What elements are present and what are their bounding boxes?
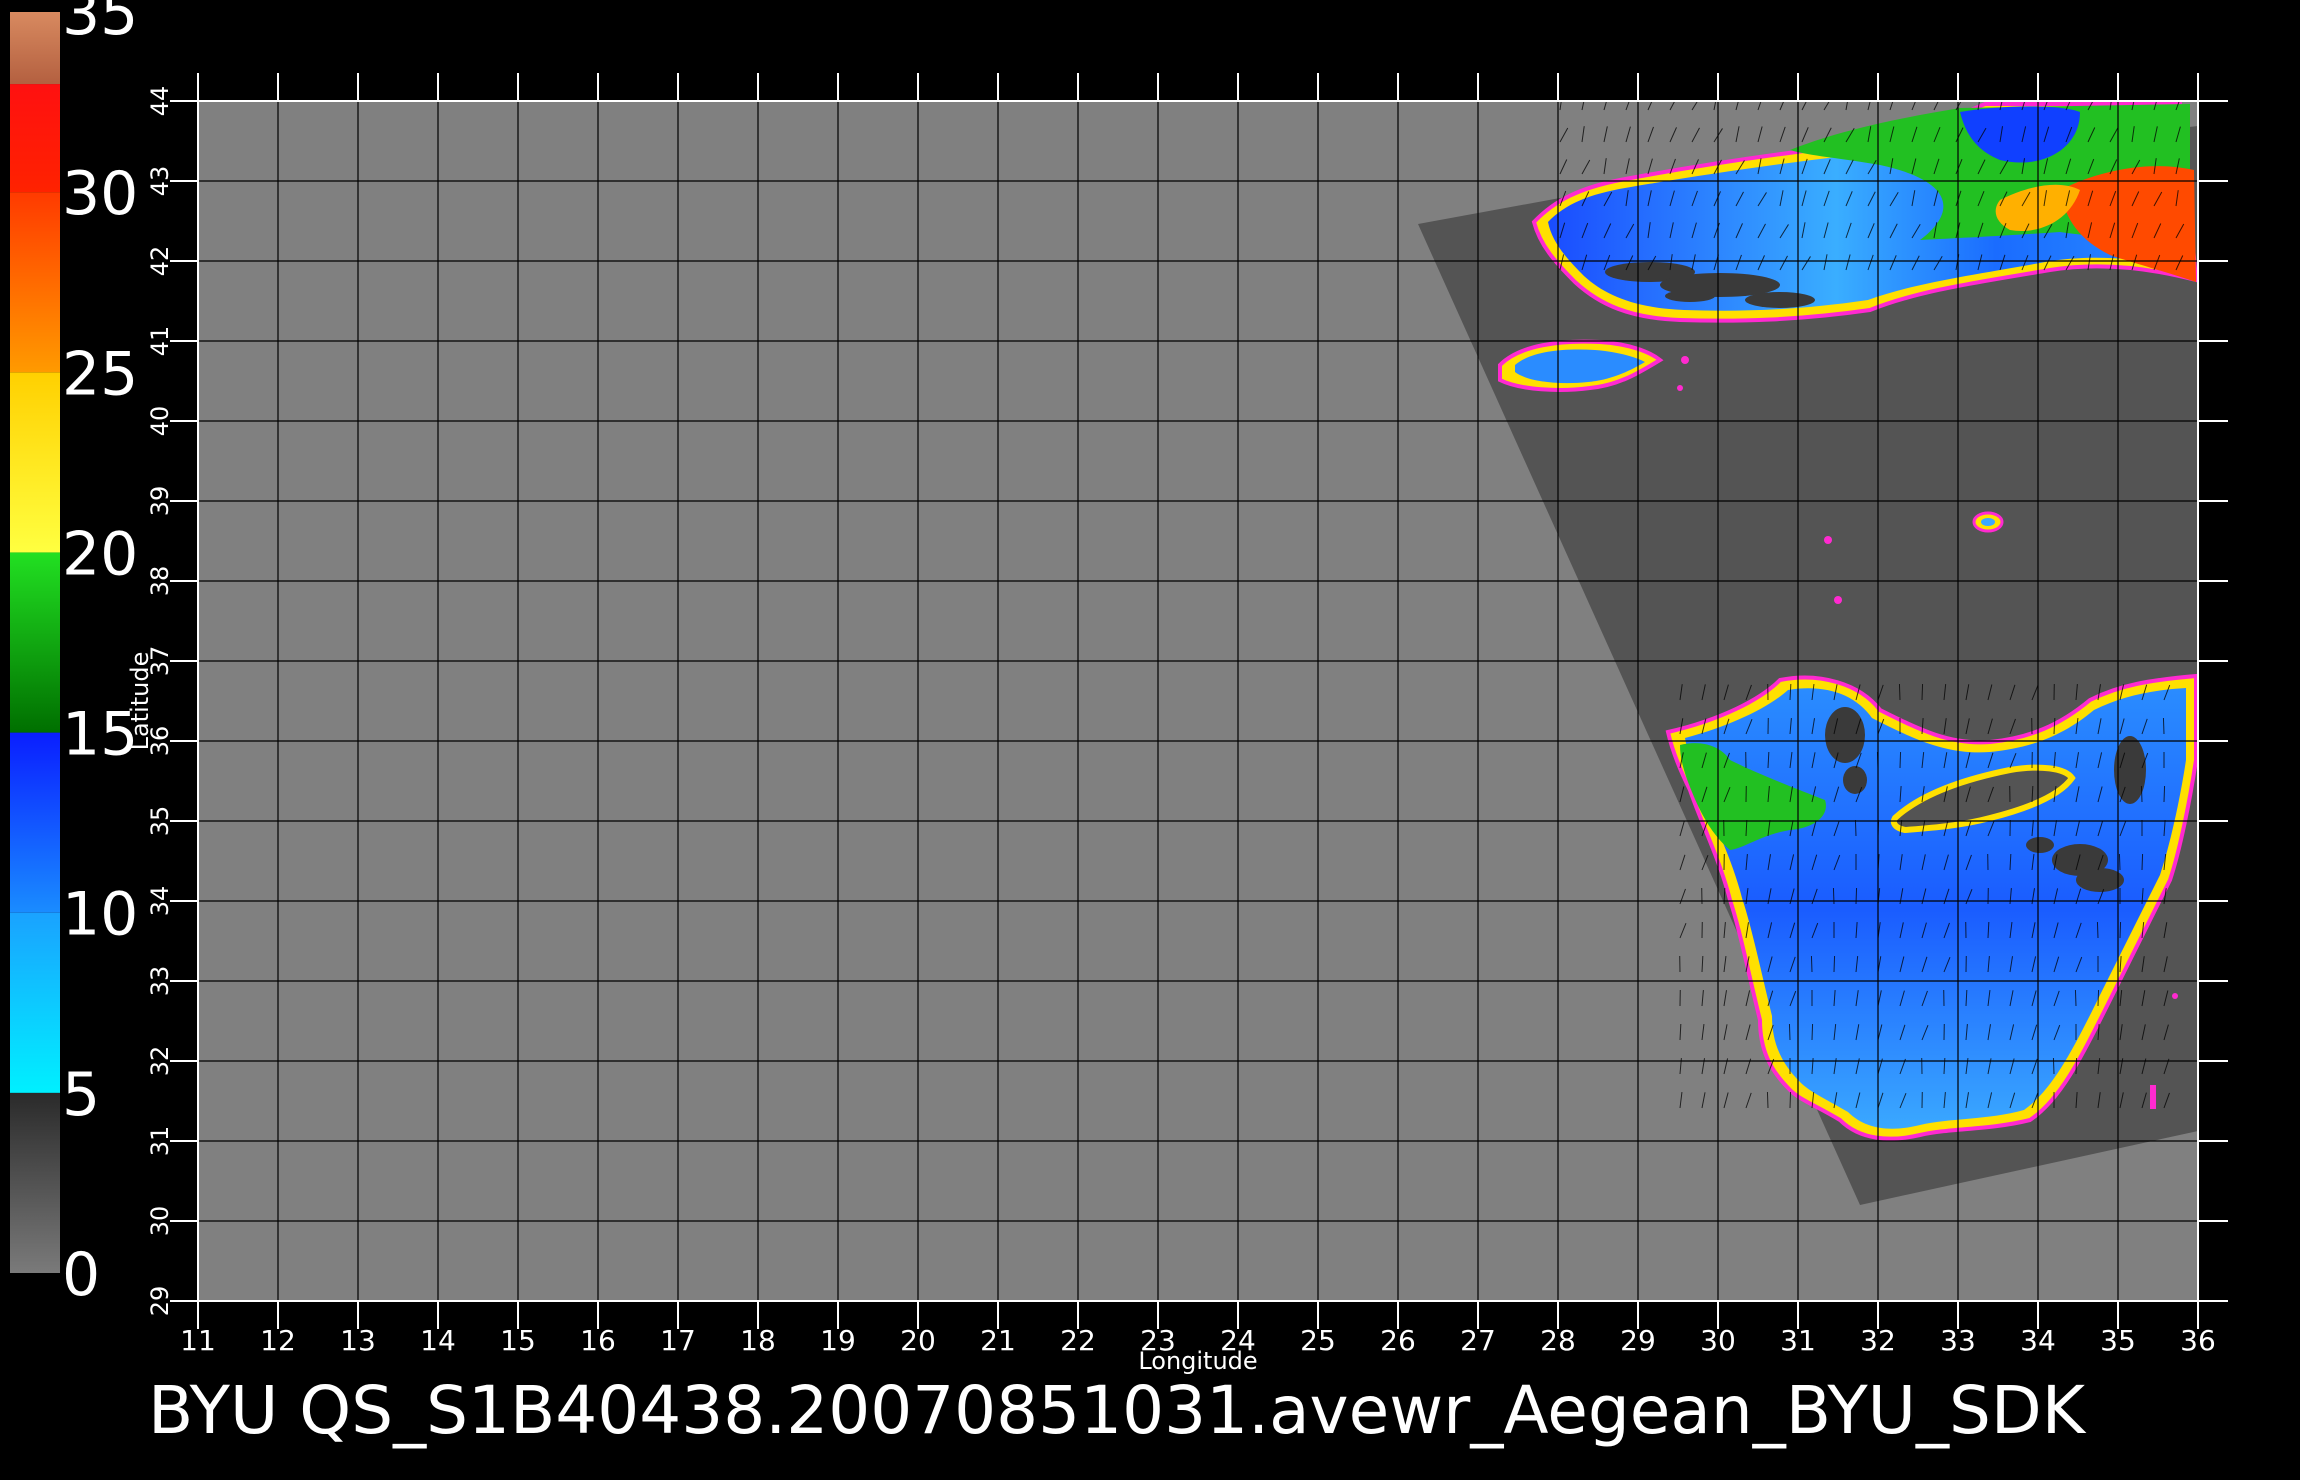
- colorbar-label-10: 10: [62, 880, 138, 950]
- colorbar: 05101520253035: [10, 0, 138, 1310]
- x-tick-label-14: 14: [420, 1324, 456, 1357]
- y-tick-label-40: 40: [146, 406, 174, 437]
- x-tick-label-17: 17: [660, 1324, 696, 1357]
- wind-vector-309: [2118, 853, 2121, 871]
- colorbar-segment-30-33: [10, 84, 60, 193]
- colorbar-segment-25-30: [10, 192, 60, 373]
- wind-vector-354: [2096, 921, 2099, 939]
- map-title: BYU QS_S1B40438.20070851031.avewr_Aegean…: [148, 1372, 2087, 1449]
- y-tick-label-43: 43: [146, 166, 174, 197]
- y-tick-label-29: 29: [146, 1286, 174, 1317]
- wind-vector-230: [1899, 751, 1902, 769]
- colorbar-label-25: 25: [62, 339, 138, 409]
- wind-vector-265: [2163, 785, 2166, 803]
- y-tick-label-39: 39: [146, 486, 174, 517]
- wind-vector-320: [1855, 887, 1858, 905]
- wind-vector-310: [2141, 853, 2144, 871]
- map-plot-area: [197, 100, 2199, 1302]
- colorbar-segment-10-15: [10, 732, 60, 913]
- colorbar-gradient: [10, 12, 60, 1273]
- wind-vector-274: [1854, 819, 1857, 837]
- colorbar-label-5: 5: [62, 1060, 100, 1130]
- x-tick-label-22: 22: [1060, 1324, 1096, 1357]
- x-tick-label-16: 16: [580, 1324, 616, 1357]
- x-tick-label-34: 34: [2020, 1324, 2056, 1357]
- x-tick-label-36: 36: [2180, 1324, 2216, 1357]
- wind-vector-365: [1833, 955, 1836, 973]
- y-tick-label-30: 30: [146, 1206, 174, 1237]
- y-axis-label: Latitude: [126, 652, 154, 751]
- x-tick-label-13: 13: [340, 1324, 376, 1357]
- y-tick-label-41: 41: [146, 326, 174, 357]
- x-tick-label-21: 21: [980, 1324, 1016, 1357]
- x-tick-label-35: 35: [2100, 1324, 2136, 1357]
- x-tick-label-19: 19: [820, 1324, 856, 1357]
- x-tick-label-11: 11: [180, 1324, 216, 1357]
- x-tick-label-25: 25: [1300, 1324, 1336, 1357]
- x-tick-label-15: 15: [500, 1324, 536, 1357]
- colorbar-label-35: 35: [62, 0, 138, 49]
- x-tick-label-33: 33: [1940, 1324, 1976, 1357]
- wind-vector-319: [1832, 887, 1835, 905]
- colorbar-label-20: 20: [62, 519, 138, 589]
- wind-vector-400: [2097, 989, 2100, 1007]
- x-tick-label-27: 27: [1460, 1324, 1496, 1357]
- colorbar-label-30: 30: [62, 159, 138, 229]
- y-tick-label-32: 32: [146, 1046, 174, 1077]
- x-tick-label-18: 18: [740, 1324, 776, 1357]
- x-tick-label-30: 30: [1700, 1324, 1736, 1357]
- y-tick-label-35: 35: [146, 806, 174, 837]
- wind-vector-184: [1898, 683, 1901, 701]
- colorbar-segment-20-25: [10, 372, 60, 553]
- colorbar-segment-33-35: [10, 12, 60, 85]
- x-axis-label: Longitude: [1138, 1347, 1257, 1375]
- wind-vector-455: [1789, 1091, 1792, 1109]
- wind-vector-185: [1921, 683, 1924, 701]
- x-tick-label-12: 12: [260, 1324, 296, 1357]
- y-tick-label-44: 44: [146, 86, 174, 117]
- wind-vector-409: [1788, 1023, 1791, 1041]
- y-tick-label-38: 38: [146, 566, 174, 597]
- x-tick-label-29: 29: [1620, 1324, 1656, 1357]
- wind-vector-364: [1810, 955, 1813, 973]
- x-tick-label-31: 31: [1780, 1324, 1816, 1357]
- wind-vector-454: [1766, 1091, 1769, 1109]
- scatterometer-wind-map: 0 5 10 15 20 25 30 35 11 12 13 14 15 16 17 18 1…: [10, 0, 2228, 1449]
- colorbar-segment-5-10: [10, 912, 60, 1093]
- y-tick-label-31: 31: [146, 1126, 174, 1157]
- wind-vector-410: [1811, 1023, 1814, 1041]
- wind-vector-355: [2119, 921, 2122, 939]
- wind-vector-399: [2074, 989, 2077, 1007]
- x-tick-label-28: 28: [1540, 1324, 1576, 1357]
- x-tick-label-20: 20: [900, 1324, 936, 1357]
- x-tick-label-26: 26: [1380, 1324, 1416, 1357]
- colorbar-label-0: 0: [62, 1240, 100, 1310]
- y-tick-label-42: 42: [146, 246, 174, 277]
- x-tick-label-32: 32: [1860, 1324, 1896, 1357]
- y-tick-label-34: 34: [146, 886, 174, 917]
- y-tick-label-33: 33: [146, 966, 174, 997]
- colorbar-segment-0-5: [10, 1092, 60, 1273]
- wind-vector-264: [2140, 785, 2143, 803]
- colorbar-segment-15-20: [10, 552, 60, 733]
- wind-vector-219: [2162, 717, 2165, 735]
